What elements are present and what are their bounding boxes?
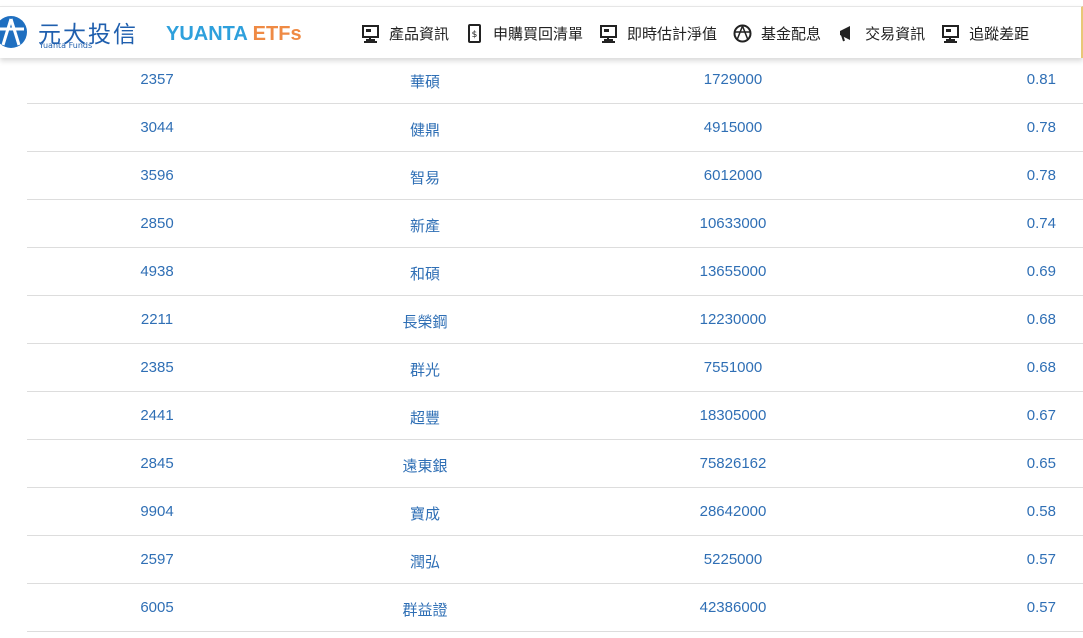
share-count: 5225000 [703, 551, 763, 568]
stock-code: 2845 [140, 455, 174, 472]
nav-label: 交易資訊 [865, 24, 926, 43]
yuanta-etfs-logo[interactable]: YUANTA ETFs [166, 23, 302, 46]
share-count: 13655000 [699, 263, 767, 280]
site-header: 元大投信 Yuanta Funds YUANTA ETFs 產品資訊 $ 申購買回清… [0, 6, 1083, 58]
table-row: 2357 華碩 1729000 0.81 [27, 56, 1083, 104]
stock-name: 健鼎 [409, 122, 440, 139]
weight-percent: 0.57 [1026, 599, 1056, 616]
stock-code: 2441 [140, 407, 174, 424]
nav-label: 即時估計淨值 [627, 24, 718, 43]
weight-percent: 0.58 [1026, 503, 1056, 520]
monitor-icon [942, 24, 960, 43]
share-count: 42386000 [699, 599, 767, 616]
stock-name: 寶成 [409, 506, 440, 523]
megaphone-icon [840, 25, 851, 41]
share-count: 7551000 [703, 359, 763, 376]
weight-percent: 0.69 [1026, 263, 1056, 280]
share-count: 12230000 [699, 311, 767, 328]
stock-code: 9904 [140, 503, 174, 520]
brand-english: Yuanta Funds [39, 41, 93, 50]
nav-item-1[interactable]: $ 申購買回清單 [464, 23, 583, 44]
weight-percent: 0.67 [1026, 407, 1056, 424]
nav-item-3[interactable]: 基金配息 [732, 23, 821, 44]
share-count: 1729000 [703, 71, 763, 88]
main-nav: 產品資訊 $ 申購買回清單 即時估計淨值 基金配息 交易資訊 追蹤差距 [360, 7, 1044, 59]
stock-code: 2850 [140, 215, 174, 232]
stock-name: 新產 [409, 218, 440, 235]
stock-code: 6005 [140, 599, 174, 616]
table-row: 2850 新產 10633000 0.74 [27, 200, 1083, 248]
table-row: 2597 潤弘 5225000 0.57 [27, 536, 1083, 584]
share-count: 10633000 [699, 215, 767, 232]
table-row: 9904 寶成 28642000 0.58 [27, 488, 1083, 536]
weight-percent: 0.68 [1026, 359, 1056, 376]
stock-name: 潤弘 [409, 554, 440, 571]
table-row: 3044 健鼎 4915000 0.78 [27, 104, 1083, 152]
globe-icon [733, 24, 752, 42]
weight-percent: 0.78 [1026, 167, 1056, 184]
stock-name: 華碩 [409, 74, 440, 91]
stock-code: 3044 [140, 119, 174, 136]
table-row: 3596 智易 6012000 0.78 [27, 152, 1083, 200]
nav-item-0[interactable]: 產品資訊 [360, 23, 449, 44]
nav-item-5[interactable]: 追蹤差距 [940, 23, 1029, 44]
holdings-table: 2357 華碩 1729000 0.81 3044 健鼎 4915000 0.78 3596 智易… [27, 56, 1083, 632]
share-count: 18305000 [699, 407, 767, 424]
stock-name: 智易 [409, 170, 440, 187]
share-count: 6012000 [703, 167, 763, 184]
share-count: 4915000 [703, 119, 763, 136]
table-row: 6005 群益證 42386000 0.57 [27, 584, 1083, 632]
stock-name: 和碩 [409, 266, 440, 283]
table-row: 2441 超豐 18305000 0.67 [27, 392, 1083, 440]
share-count: 75826162 [699, 455, 767, 472]
table-row: 4938 和碩 13655000 0.69 [27, 248, 1083, 296]
monitor-icon [600, 24, 618, 43]
nav-item-2[interactable]: 即時估計淨值 [598, 23, 717, 44]
svg-text:$: $ [472, 30, 478, 40]
dollar-doc-icon: $ [468, 23, 482, 43]
nav-label: 申購買回清單 [493, 24, 584, 43]
stock-code: 2597 [140, 551, 174, 568]
weight-percent: 0.57 [1026, 551, 1056, 568]
stock-name: 群光 [409, 362, 440, 379]
share-count: 28642000 [699, 503, 767, 520]
monitor-icon [362, 24, 379, 43]
nav-label: 產品資訊 [389, 24, 450, 43]
stock-code: 2385 [140, 359, 174, 376]
etf-prefix: YUANTA [166, 23, 248, 45]
stock-code: 4938 [140, 263, 174, 280]
stock-code: 2211 [140, 311, 174, 328]
table-row: 2385 群光 7551000 0.68 [27, 344, 1083, 392]
weight-percent: 0.81 [1026, 71, 1056, 88]
etf-suffix: ETFs [252, 23, 302, 45]
stock-name: 超豐 [409, 410, 440, 427]
table-row: 2211 長榮鋼 12230000 0.68 [27, 296, 1083, 344]
nav-item-4[interactable]: 交易資訊 [836, 23, 925, 44]
nav-label: 基金配息 [761, 24, 822, 43]
stock-name: 長榮鋼 [402, 314, 448, 331]
stock-code: 2357 [140, 71, 174, 88]
weight-percent: 0.65 [1026, 455, 1056, 472]
stock-name: 遠東銀 [402, 458, 448, 475]
weight-percent: 0.78 [1026, 119, 1056, 136]
table-row: 2845 遠東銀 75826162 0.65 [27, 440, 1083, 488]
stock-name: 群益證 [402, 602, 448, 619]
nav-label: 追蹤差距 [969, 24, 1030, 43]
yuanta-logo-icon[interactable] [0, 15, 28, 49]
weight-percent: 0.68 [1026, 311, 1056, 328]
stock-code: 3596 [140, 167, 174, 184]
weight-percent: 0.74 [1026, 215, 1056, 232]
